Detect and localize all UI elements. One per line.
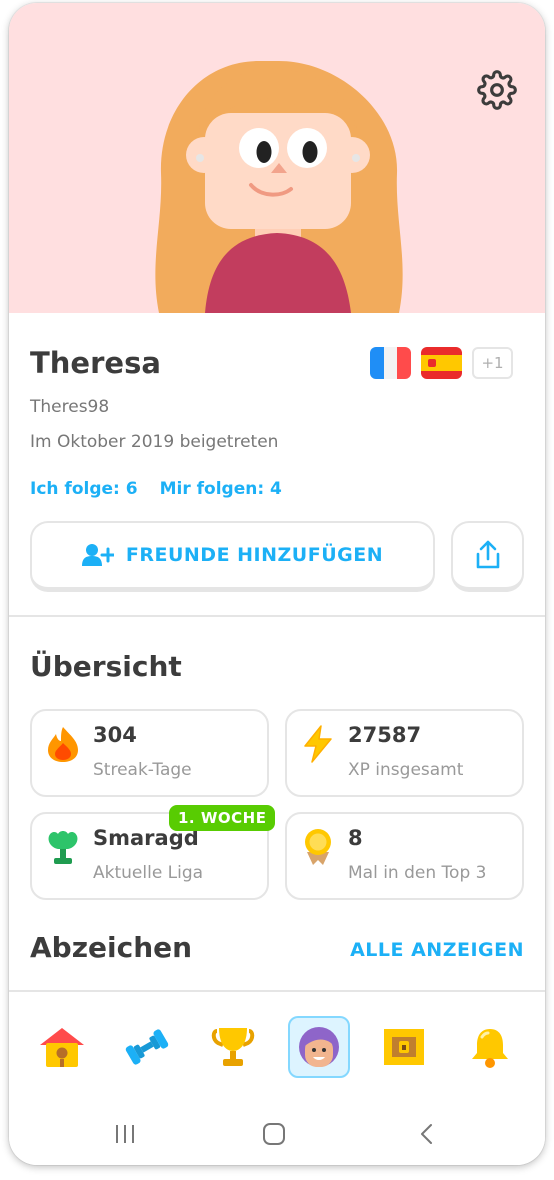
- tab-practice[interactable]: [116, 1016, 178, 1078]
- username: Theres98: [30, 397, 110, 417]
- tab-leagues[interactable]: [202, 1016, 264, 1078]
- tab-shop[interactable]: [373, 1016, 435, 1078]
- settings-gear-icon[interactable]: [477, 70, 517, 110]
- profile-avatar-icon: [299, 1027, 339, 1067]
- more-courses-badge[interactable]: +1: [472, 347, 513, 379]
- share-icon: [476, 540, 499, 569]
- bottom-tab-bar: [9, 992, 545, 1084]
- treasure-chest-icon: [384, 1029, 424, 1065]
- profile-header: [9, 3, 545, 313]
- lightning-icon: [304, 725, 332, 763]
- home-icon: [40, 1028, 84, 1067]
- xp-value: 27587: [348, 723, 422, 747]
- bell-icon: [472, 1029, 508, 1068]
- followers-link[interactable]: Mir folgen: 4: [160, 479, 282, 499]
- follow-stats: Ich folge: 6 Mir folgen: 4: [30, 479, 282, 499]
- tab-home[interactable]: [31, 1016, 93, 1078]
- course-flags: +1: [370, 347, 513, 379]
- xp-card[interactable]: 27587 XP insgesamt: [285, 709, 524, 797]
- add-person-icon: [81, 544, 114, 566]
- phone-screen: Theresa +1 Theres98 Im Oktober 2019 beig…: [9, 3, 545, 1165]
- add-friends-label: FREUNDE HINZUFÜGEN: [125, 544, 384, 566]
- top3-label: Mal in den Top 3: [348, 863, 487, 883]
- xp-label: XP insgesamt: [348, 760, 464, 780]
- league-week-badge: 1. WOCHE: [169, 805, 276, 831]
- show-all-achievements-link[interactable]: ALLE ANZEIGEN: [350, 939, 524, 961]
- share-button[interactable]: [451, 521, 524, 592]
- following-link[interactable]: Ich folge: 6: [30, 479, 138, 499]
- dumbbell-icon: [125, 1029, 169, 1065]
- streak-value: 304: [93, 723, 137, 747]
- join-date: Im Oktober 2019 beigetreten: [30, 432, 279, 452]
- tab-notifications[interactable]: [459, 1016, 521, 1078]
- medal-icon: [305, 829, 331, 865]
- back-icon[interactable]: [417, 1123, 437, 1145]
- tab-profile[interactable]: [288, 1016, 350, 1078]
- french-flag-icon[interactable]: [370, 347, 411, 379]
- top3-value: 8: [348, 826, 363, 850]
- emerald-trophy-icon: [48, 831, 78, 864]
- recent-apps-icon[interactable]: [113, 1123, 137, 1145]
- league-label: Aktuelle Liga: [93, 863, 204, 883]
- overview-title: Übersicht: [30, 650, 182, 683]
- flame-icon: [48, 727, 78, 762]
- top3-card[interactable]: 8 Mal in den Top 3: [285, 812, 524, 900]
- achievements-title: Abzeichen: [30, 931, 193, 964]
- section-divider: [9, 615, 545, 617]
- streak-card[interactable]: 304 Streak-Tage: [30, 709, 269, 797]
- spanish-flag-icon[interactable]: [421, 347, 462, 379]
- system-navigation-bar: [9, 1103, 545, 1165]
- trophy-icon: [211, 1028, 255, 1066]
- avatar[interactable]: [9, 3, 545, 313]
- streak-label: Streak-Tage: [93, 760, 192, 780]
- add-friends-button[interactable]: FREUNDE HINZUFÜGEN: [30, 521, 435, 592]
- profile-name: Theresa: [30, 346, 161, 380]
- home-button-icon[interactable]: [262, 1123, 286, 1145]
